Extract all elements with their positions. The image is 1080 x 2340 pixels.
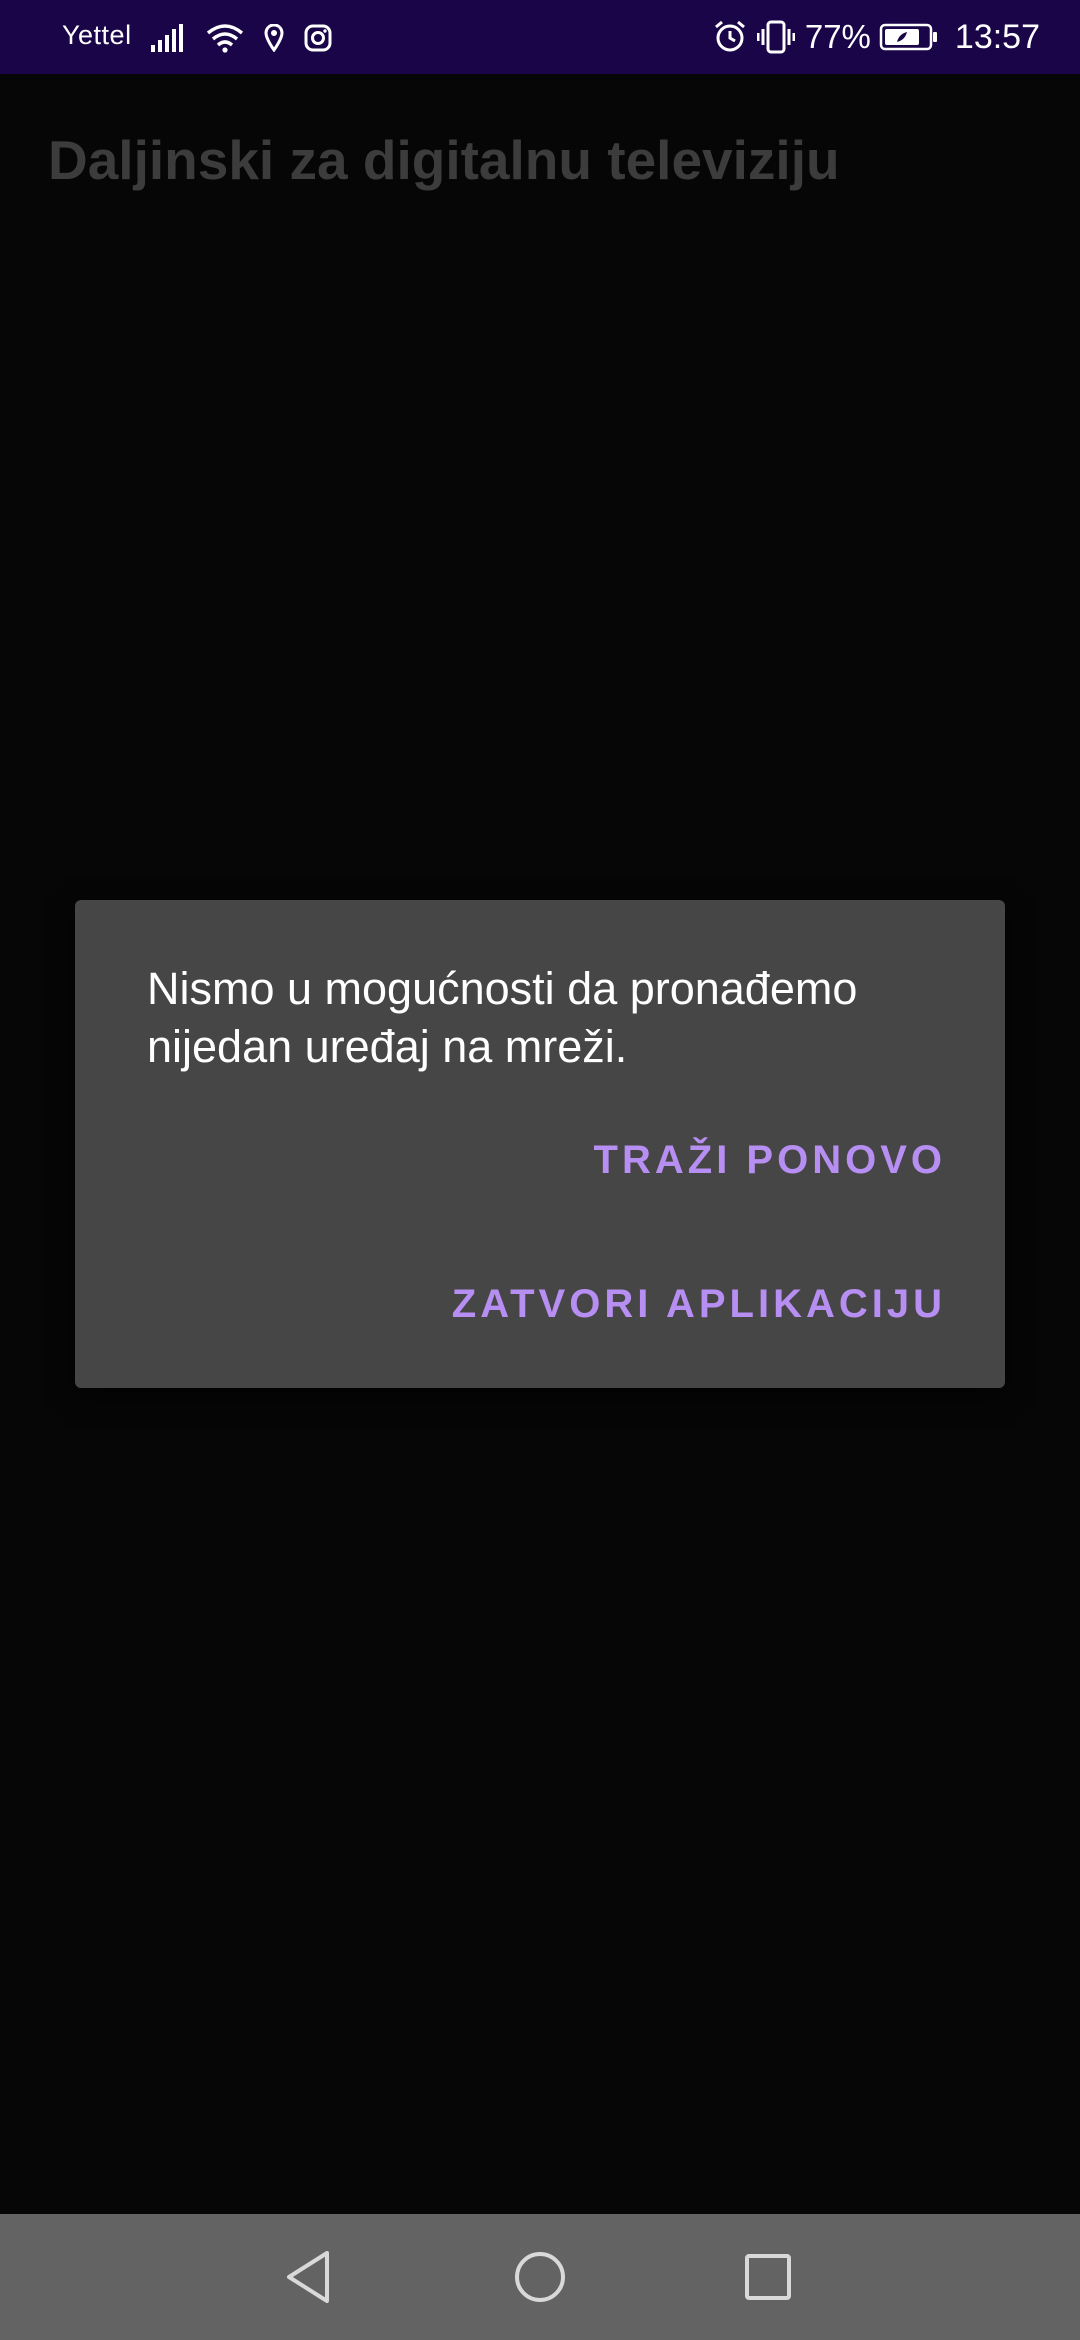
recents-button[interactable] <box>738 2247 798 2307</box>
no-devices-dialog: Nismo u mogućnosti da pronađemo nijedan … <box>75 900 1005 1388</box>
wifi-icon <box>206 23 244 53</box>
battery-percent: 77% <box>804 18 871 55</box>
navigation-bar <box>0 2214 1080 2340</box>
carrier-label: Yettel <box>62 20 132 50</box>
back-button[interactable] <box>279 2247 339 2307</box>
battery-icon <box>879 22 939 52</box>
search-again-button[interactable]: TRAŽI PONOVO <box>594 1138 946 1183</box>
status-bar: Yettel 77% 13:57 <box>0 0 1080 74</box>
home-icon <box>515 2252 565 2302</box>
home-button[interactable] <box>510 2247 570 2307</box>
instagram-icon <box>304 24 332 52</box>
alarm-icon <box>713 20 747 54</box>
screen: Yettel 77% 13:57 Daljinski za digitalnu … <box>0 0 1080 2340</box>
back-icon <box>287 2251 329 2303</box>
recents-icon <box>745 2254 791 2300</box>
vibrate-icon <box>756 20 795 54</box>
location-icon <box>264 24 284 52</box>
signal-icon <box>150 23 186 53</box>
close-app-button[interactable]: ZATVORI APLIKACIJU <box>452 1282 946 1327</box>
dialog-message: Nismo u mogućnosti da pronađemo nijedan … <box>147 963 858 1072</box>
clock: 13:57 <box>954 17 1040 56</box>
status-icons-left <box>150 18 352 58</box>
status-icons-right: 77% 13:57 <box>713 16 1040 58</box>
app-title: Daljinski za digitalnu televiziju <box>48 129 840 191</box>
